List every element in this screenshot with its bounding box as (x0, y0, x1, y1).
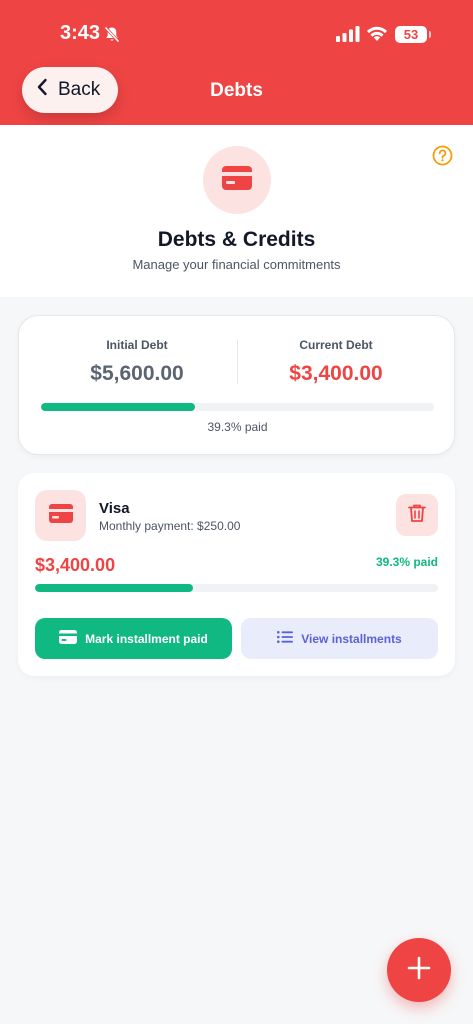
debt-amount: $3,400.00 (35, 555, 116, 575)
app-header: 3:43 53 Back Debts (0, 0, 473, 125)
initial-debt-label: Initial Debt (106, 338, 168, 352)
debt-summary-card: Initial Debt $5,600.00 Current Debt $3,4… (18, 315, 455, 455)
intro-card-badge (203, 146, 271, 214)
page-title: Debts (210, 80, 263, 101)
debt-paid-percent: 39.3% paid (375, 555, 438, 569)
trash-icon (408, 503, 426, 528)
intro-subtitle: Manage your financial commitments (132, 257, 341, 272)
plus-icon (407, 956, 431, 985)
current-debt-value: $3,400.00 (289, 362, 383, 385)
mark-installment-label: Mark installment paid (85, 631, 208, 646)
status-time: 3:43 (60, 22, 101, 44)
status-bar: 3:43 53 (0, 0, 473, 66)
view-installments-label: View installments (301, 631, 402, 646)
credit-card-icon (59, 630, 78, 647)
initial-debt-column: Initial Debt $5,600.00 (37, 338, 237, 386)
summary-paid-text: 39.3% paid (207, 420, 268, 434)
intro-panel: Debts & Credits Manage your financial co… (0, 125, 473, 297)
credit-card-icon (222, 165, 252, 195)
debt-monthly-payment: Monthly payment: $250.00 (99, 519, 241, 533)
summary-progress-fill (41, 403, 196, 411)
mark-installment-paid-button[interactable]: Mark installment paid (35, 618, 232, 659)
bell-off-icon (104, 26, 120, 48)
add-debt-button[interactable] (387, 938, 451, 1002)
view-installments-button[interactable]: View installments (241, 618, 438, 659)
summary-progress-bar (41, 403, 434, 411)
current-debt-column: Current Debt $3,400.00 (236, 338, 436, 386)
debt-progress-fill (35, 584, 194, 592)
wifi-icon (366, 24, 388, 47)
delete-debt-button[interactable] (396, 494, 438, 536)
initial-debt-value: $5,600.00 (90, 362, 184, 385)
question-circle-icon[interactable] (432, 145, 453, 171)
debt-card[interactable]: Visa Monthly payment: $250.00 $3,400.00 … (18, 473, 455, 676)
debt-progress-bar (35, 584, 438, 592)
debt-card-badge (35, 490, 86, 541)
credit-card-icon (48, 503, 73, 528)
battery-indicator: 53 (395, 26, 431, 43)
debt-name: Visa (99, 500, 130, 517)
intro-title: Debts & Credits (157, 228, 316, 251)
current-debt-label: Current Debt (299, 338, 373, 352)
signal-icon (336, 26, 360, 47)
list-icon (277, 631, 294, 646)
